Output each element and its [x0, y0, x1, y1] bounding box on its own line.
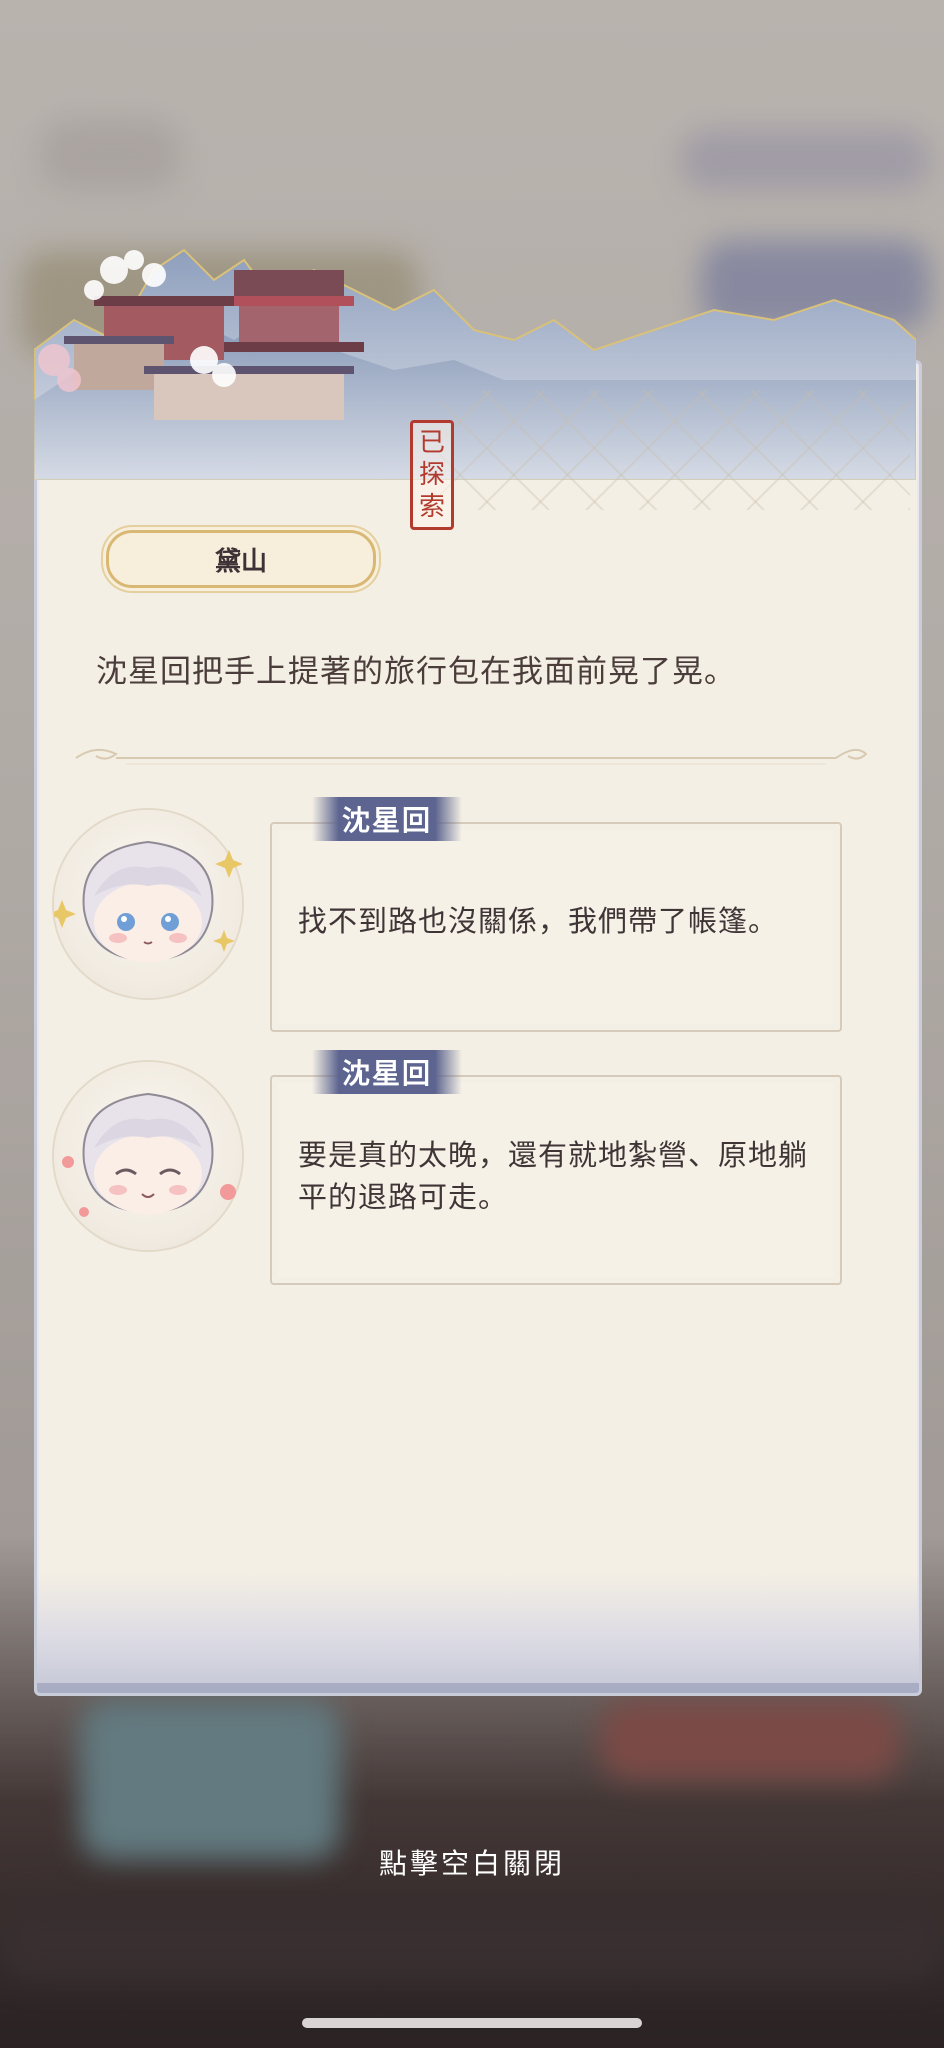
character-avatar: [54, 1062, 242, 1250]
dialogue-text: 要是真的太晚，還有就地紮營、原地躺平的退路可走。: [298, 1138, 809, 1214]
speaker-name-tag: 沈星回: [312, 1050, 462, 1094]
speaker-name-tag: 沈星回: [312, 797, 462, 841]
cloud-decoration: [37, 1573, 919, 1683]
dialogue-text: 找不到路也沒關係，我們帶了帳篷。: [298, 904, 779, 938]
character-avatar: [48, 810, 243, 998]
panel-bottom-border: [37, 1683, 919, 1693]
chibi-face-smiling-icon: [62, 1092, 236, 1217]
chibi-face-icon: [48, 840, 243, 962]
location-title: 黛山: [106, 530, 376, 588]
narration-text: 沈星回把手上提著的旅行包在我面前晃了晃。: [96, 654, 736, 690]
ornamental-divider: [75, 748, 868, 765]
lattice-pattern: [440, 390, 910, 510]
home-indicator[interactable]: [302, 2018, 642, 2028]
close-hint-text[interactable]: 點擊空白關閉: [0, 1842, 944, 1882]
explored-stamp: 已 探 索: [410, 420, 454, 530]
